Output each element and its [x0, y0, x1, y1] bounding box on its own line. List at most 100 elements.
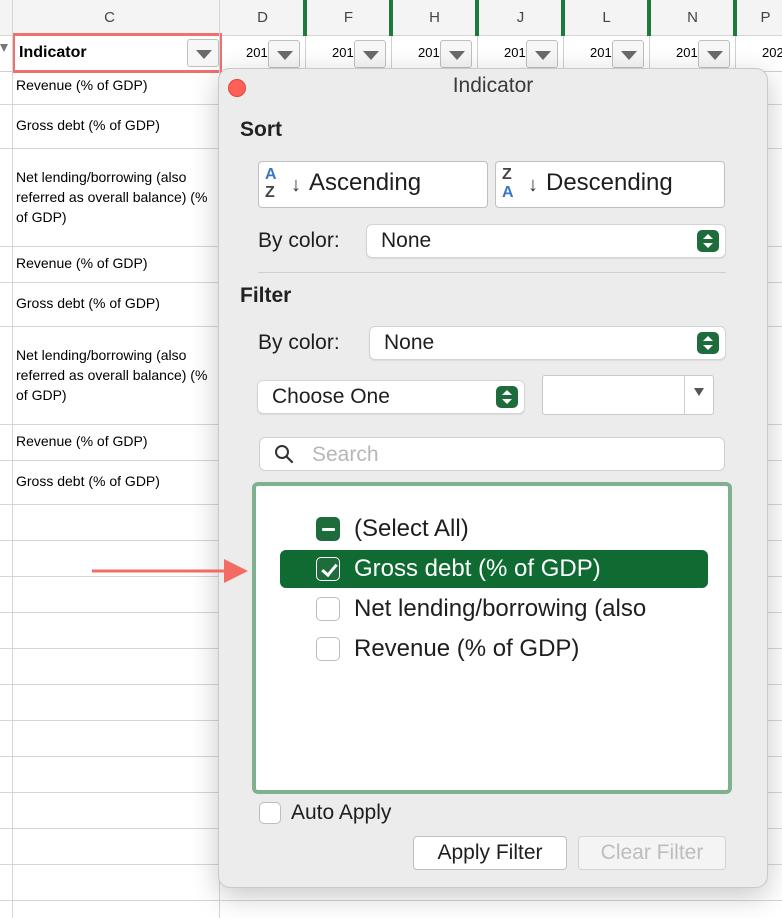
sort-icon-letter: A: [265, 166, 277, 183]
down-arrow-icon: ↓: [291, 174, 301, 196]
indicator-cell[interactable]: Gross debt (% of GDP): [16, 293, 221, 313]
filter-dropdown-button[interactable]: [526, 40, 558, 68]
column-header-p[interactable]: P: [736, 0, 782, 36]
indicator-cell[interactable]: Revenue (% of GDP): [16, 253, 221, 273]
sort-icon-letter: Z: [502, 166, 512, 183]
column-header-h[interactable]: H: [392, 0, 478, 36]
year-header-cell: 2018: [564, 36, 650, 72]
column-header-l[interactable]: L: [564, 0, 650, 36]
combobox-separator: [684, 376, 685, 414]
sort-za-icon: Z A ↓: [502, 165, 538, 201]
search-field[interactable]: [259, 437, 725, 471]
indicator-cell[interactable]: Net lending/borrowing (also referred as …: [16, 345, 221, 405]
column-header-f[interactable]: F: [306, 0, 392, 36]
year-label: 2016: [418, 45, 440, 60]
down-arrow-icon: ↓: [528, 174, 538, 196]
indicator-cell[interactable]: Gross debt (% of GDP): [16, 471, 221, 491]
indicator-cell[interactable]: Net lending/borrowing (also referred as …: [16, 167, 221, 227]
revenue-checkbox[interactable]: [316, 637, 340, 661]
list-item-label: Net lending/borrowing (also: [354, 595, 647, 622]
year-header-cell: 2014: [220, 36, 306, 72]
column-letter: F: [343, 9, 354, 26]
year-label: 2018: [590, 45, 612, 60]
column-header-d[interactable]: D: [220, 0, 306, 36]
sort-icon-letter: Z: [265, 184, 275, 201]
filter-dropdown-button[interactable]: [440, 40, 472, 68]
auto-apply-checkbox[interactable]: [259, 802, 281, 824]
sort-heading: Sort: [240, 118, 282, 141]
annotation-arrow-icon: [92, 559, 248, 583]
sort-ascending-label: Ascending: [309, 169, 422, 196]
sort-ascending-button[interactable]: A Z ↓ Ascending: [258, 161, 488, 208]
year-label: 2020: [762, 45, 782, 60]
hidden-columns-marker: [647, 0, 651, 36]
filter-values-list[interactable]: (Select All) Gross debt (% of GDP) Net l…: [252, 482, 732, 794]
auto-apply-label: Auto Apply: [291, 801, 392, 824]
filter-dropdown-button[interactable]: [268, 40, 300, 68]
year-label: 2019: [676, 45, 698, 60]
sort-descending-label: Descending: [546, 169, 673, 196]
filter-condition-select[interactable]: Choose One: [257, 380, 525, 414]
year-label: 2017: [504, 45, 526, 60]
sort-by-color-value: None: [381, 229, 432, 252]
list-item-label: Gross debt (% of GDP): [354, 555, 601, 582]
year-header-cell: 2019: [650, 36, 736, 72]
year-header-cell: 2015: [306, 36, 392, 72]
year-label: 2014: [246, 45, 268, 60]
select-all-checkbox[interactable]: [316, 517, 340, 541]
column-letter: J: [516, 9, 525, 26]
apply-filter-button[interactable]: Apply Filter: [413, 836, 567, 870]
sort-by-color-select[interactable]: None: [366, 224, 726, 258]
hidden-columns-marker: [303, 0, 307, 36]
filter-dropdown-button[interactable]: [354, 40, 386, 68]
list-item-select-all[interactable]: (Select All): [280, 510, 708, 548]
filter-by-color-value: None: [384, 331, 435, 354]
indicator-cell[interactable]: Gross debt (% of GDP): [16, 115, 221, 135]
grid-line: [0, 900, 782, 901]
gross-debt-checkbox[interactable]: [316, 557, 340, 581]
stepper-icon: [697, 230, 719, 252]
filter-heading: Filter: [240, 284, 292, 307]
list-item-revenue[interactable]: Revenue (% of GDP): [280, 630, 708, 668]
stepper-icon: [697, 332, 719, 354]
year-header-cell: 2017: [478, 36, 564, 72]
column-header-j[interactable]: J: [478, 0, 564, 36]
indicator-header-cell[interactable]: Indicator: [12, 33, 222, 73]
hidden-columns-marker: [733, 0, 737, 36]
search-input[interactable]: [310, 441, 714, 469]
filter-condition-value: Choose One: [272, 385, 390, 408]
stepper-icon: [496, 386, 518, 408]
year-label: 2015: [332, 45, 354, 60]
search-icon: [275, 445, 294, 464]
column-letter: N: [687, 9, 698, 26]
list-item-net-lending[interactable]: Net lending/borrowing (also: [280, 590, 708, 628]
column-letter: L: [602, 9, 611, 26]
column-letter: H: [429, 9, 440, 26]
net-lending-checkbox[interactable]: [316, 597, 340, 621]
indicator-cell[interactable]: Revenue (% of GDP): [16, 431, 221, 451]
sort-descending-button[interactable]: Z A ↓ Descending: [495, 161, 725, 208]
list-item-gross-debt[interactable]: Gross debt (% of GDP): [280, 550, 708, 588]
left-filter-arrow-icon[interactable]: [0, 44, 8, 52]
list-item-label: Revenue (% of GDP): [354, 635, 580, 662]
popover-title: Indicator: [452, 74, 534, 97]
indicator-header-label: Indicator: [19, 44, 87, 61]
year-header-cell: 2016: [392, 36, 478, 72]
column-header-row: C D F H J L N P: [0, 0, 782, 36]
column-header-n[interactable]: N: [650, 0, 736, 36]
hidden-columns-marker: [475, 0, 479, 36]
column-letter: P: [760, 9, 771, 26]
filter-by-color-select[interactable]: None: [369, 326, 726, 360]
filter-dropdown-button[interactable]: [612, 40, 644, 68]
filter-by-color-label: By color:: [258, 331, 340, 354]
chevron-down-icon[interactable]: [694, 388, 704, 396]
column-letter: C: [104, 9, 115, 26]
column-letter: D: [257, 9, 268, 26]
column-header-c[interactable]: C: [0, 0, 220, 36]
indicator-filter-dropdown-button[interactable]: [187, 39, 219, 67]
filter-dropdown-button[interactable]: [698, 40, 730, 68]
hidden-columns-marker: [389, 0, 393, 36]
indicator-cell[interactable]: Revenue (% of GDP): [16, 75, 221, 95]
filter-value-combobox[interactable]: [542, 375, 714, 415]
clear-filter-button[interactable]: Clear Filter: [578, 836, 726, 870]
